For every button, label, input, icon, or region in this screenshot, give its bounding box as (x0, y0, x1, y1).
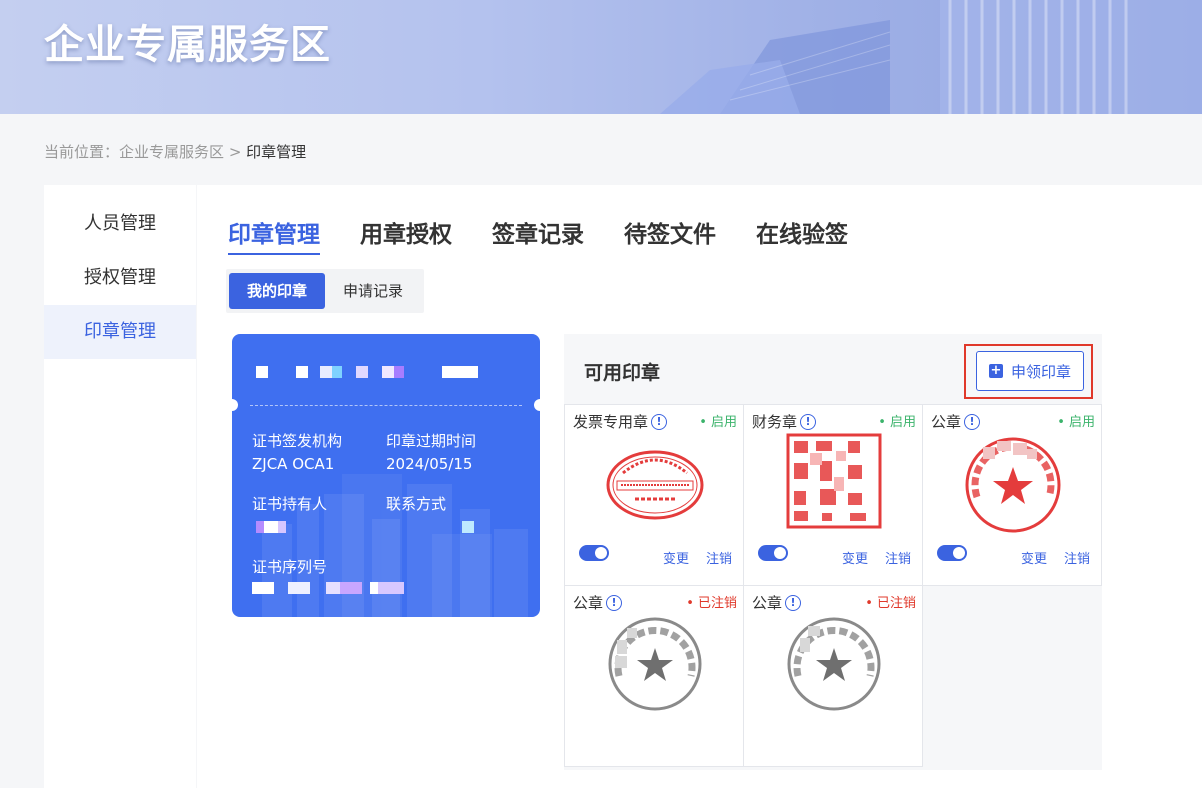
sidebar-item-authorization[interactable]: 授权管理 (44, 251, 196, 305)
cert-expiry-label: 印章过期时间 (386, 432, 477, 450)
info-icon[interactable]: ! (651, 413, 668, 430)
cert-expiry-value: 2024/05/15 (386, 455, 473, 473)
info-icon[interactable]: ! (785, 594, 802, 611)
seal-name-label: 公章 (931, 413, 962, 431)
info-icon[interactable]: ! (800, 413, 817, 430)
status-badge: • 启用 (1057, 415, 1095, 430)
apply-seal-button[interactable]: + 申领印章 (976, 351, 1084, 391)
seal-name: 公章 ! (931, 411, 981, 432)
cert-holder-label: 证书持有人 (252, 495, 328, 513)
plus-icon: + (988, 363, 1003, 378)
info-icon[interactable]: ! (964, 413, 981, 430)
seal-card-official: 公章 ! • 启用 变更 注销 (922, 404, 1102, 586)
invoice-seal-image (606, 450, 704, 520)
seal-name-label: 财务章 (752, 413, 798, 431)
tab-online-verification[interactable]: 在线验签 (756, 215, 848, 255)
main-tabs: 印章管理 用章授权 签章记录 待签文件 在线验签 (228, 215, 848, 255)
seal-name-label: 公章 (573, 594, 604, 612)
cancel-link[interactable]: 注销 (1064, 548, 1090, 567)
cert-issuer-label: 证书签发机构 (252, 432, 343, 450)
revoked-seal-image (608, 617, 702, 711)
cert-contact-blurred (462, 521, 474, 533)
certificate-card: 证书签发机构 ZJCA OCA1 印章过期时间 2024/05/15 证书持有人… (232, 334, 540, 617)
cert-serial-label: 证书序列号 (252, 558, 328, 576)
seal-toggle[interactable] (758, 545, 788, 561)
seal-name: 财务章 ! (752, 411, 817, 432)
finance-seal-image (786, 433, 882, 529)
seal-toggle[interactable] (579, 545, 609, 561)
seal-card-finance: 财务章 ! • 启用 变更 注销 (743, 404, 923, 586)
ticket-divider (250, 405, 522, 406)
status-badge: • 已注销 (686, 596, 737, 611)
tab-seal-authorization[interactable]: 用章授权 (360, 215, 452, 255)
building-illustration (660, 0, 1202, 114)
banner-title: 企业专属服务区 (44, 22, 331, 68)
change-link[interactable]: 变更 (663, 548, 689, 567)
cert-contact-label: 联系方式 (386, 495, 447, 513)
seal-card-official-revoked: 公章 ! • 已注销 (743, 585, 923, 767)
breadcrumb-separator: > (228, 143, 242, 161)
cert-name-blurred (256, 366, 478, 378)
seal-name: 公章 ! (573, 592, 623, 613)
cert-serial-blurred (252, 582, 412, 594)
sidebar: 人员管理 授权管理 印章管理 (44, 185, 196, 788)
seal-name-label: 发票专用章 (573, 413, 649, 431)
ticket-notch-right (534, 399, 540, 411)
status-badge: • 启用 (699, 415, 737, 430)
highlight-box: + 申领印章 (964, 344, 1093, 399)
change-link[interactable]: 变更 (1021, 548, 1047, 567)
subtab-application-records[interactable]: 申请记录 (325, 273, 421, 309)
apply-seal-label: 申领印章 (1010, 362, 1071, 381)
page-banner: 企业专属服务区 (0, 0, 1202, 114)
sidebar-item-seal-management[interactable]: 印章管理 (44, 305, 196, 359)
seal-name-label: 公章 (752, 594, 783, 612)
breadcrumb-parent-link[interactable]: 企业专属服务区 (119, 143, 224, 161)
seal-name: 发票专用章 ! (573, 411, 668, 432)
cancel-link[interactable]: 注销 (706, 548, 732, 567)
seal-toggle[interactable] (937, 545, 967, 561)
panel-title: 可用印章 (584, 362, 661, 384)
seal-name: 公章 ! (752, 592, 802, 613)
breadcrumb: 当前位置：企业专属服务区 > 印章管理 (44, 141, 306, 162)
cancel-link[interactable]: 注销 (885, 548, 911, 567)
subtabs: 我的印章 申请记录 (226, 269, 425, 313)
info-icon[interactable]: ! (606, 594, 623, 611)
seal-card-official-revoked: 公章 ! • 已注销 (564, 585, 744, 767)
cert-issuer-value: ZJCA OCA1 (252, 455, 335, 473)
sidebar-item-personnel[interactable]: 人员管理 (44, 197, 196, 251)
tab-pending-documents[interactable]: 待签文件 (624, 215, 716, 255)
breadcrumb-current: 印章管理 (246, 143, 307, 161)
subtab-my-seals[interactable]: 我的印章 (229, 273, 326, 309)
cert-holder-blurred (252, 521, 292, 533)
available-seals-panel: 可用印章 + 申领印章 发票专用章 ! • 启用 变更 注销 财务章 ! • 启… (564, 334, 1102, 770)
tab-seal-management[interactable]: 印章管理 (228, 215, 320, 255)
seal-card-invoice: 发票专用章 ! • 启用 变更 注销 (564, 404, 744, 586)
revoked-seal-image (787, 617, 881, 711)
tab-signature-records[interactable]: 签章记录 (492, 215, 584, 255)
status-badge: • 已注销 (865, 596, 916, 611)
main-content: 印章管理 用章授权 签章记录 待签文件 在线验签 我的印章 申请记录 证书签发机… (197, 185, 1202, 788)
status-badge: • 启用 (878, 415, 916, 430)
change-link[interactable]: 变更 (842, 548, 868, 567)
official-seal-image (965, 437, 1061, 533)
breadcrumb-prefix: 当前位置： (44, 143, 120, 161)
